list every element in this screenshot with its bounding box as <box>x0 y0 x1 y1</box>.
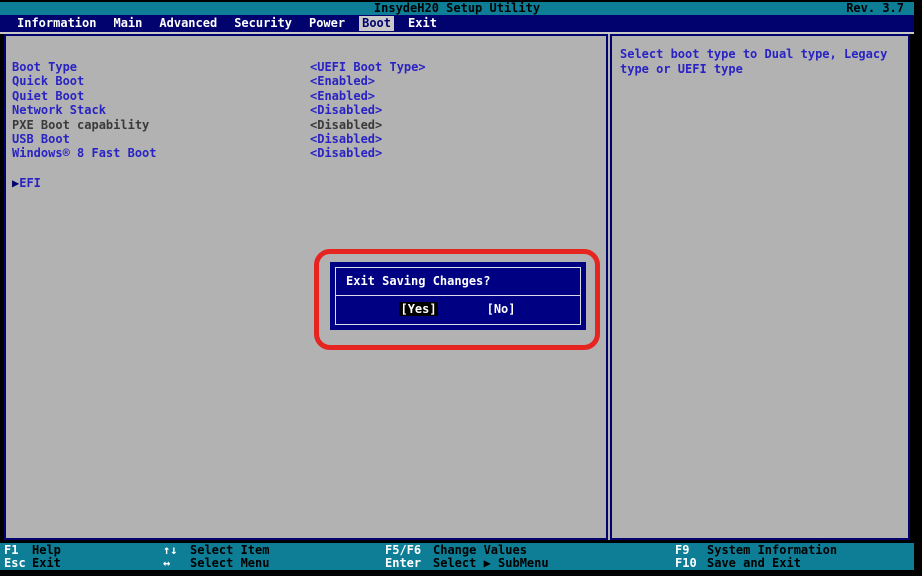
menu-bar: Information Main Advanced Security Power… <box>0 15 914 32</box>
key-updown-label: Select Item <box>190 543 269 557</box>
key-f5f6-label: Change Values <box>433 543 527 557</box>
setting-row-win8-fast-boot[interactable]: Windows® 8 Fast Boot <Disabled> <box>12 146 602 160</box>
boot-options-list: Boot Type <UEFI Boot Type> Quick Boot <E… <box>12 60 602 161</box>
key-enter-label: Select ▶ SubMenu <box>433 556 549 570</box>
setting-row-usb-boot[interactable]: USB Boot <Disabled> <box>12 132 602 146</box>
title-bar: InsydeH20 Setup Utility Rev. 3.7 <box>0 2 914 15</box>
key-f10-label: Save and Exit <box>707 556 801 570</box>
setting-value[interactable]: <Disabled> <box>310 132 382 146</box>
submenu-label: EFI <box>19 176 41 190</box>
key-help-bar: F1Help EscExit ↑↓Select Item ↔Select Men… <box>0 543 914 570</box>
setting-label: USB Boot <box>12 132 70 146</box>
key-enter: Enter <box>385 557 433 570</box>
key-f1-label: Help <box>32 543 61 557</box>
submenu-efi[interactable]: ▶EFI <box>12 176 41 190</box>
setting-value: <Disabled> <box>310 118 382 132</box>
setting-label: Quiet Boot <box>12 89 84 103</box>
help-column-1: F1Help EscExit <box>4 544 61 570</box>
key-f9-label: System Information <box>707 543 837 557</box>
app-title: InsydeH20 Setup Utility <box>0 2 914 15</box>
menu-tab-main[interactable]: Main <box>110 16 145 31</box>
menu-tab-power[interactable]: Power <box>306 16 348 31</box>
setting-label: Windows® 8 Fast Boot <box>12 146 157 160</box>
no-button[interactable]: [No] <box>486 302 517 316</box>
setting-value[interactable]: <Disabled> <box>310 103 382 117</box>
revision-label: Rev. 3.7 <box>846 2 904 15</box>
dialog-border: Exit Saving Changes? [Yes] [No] <box>335 267 581 325</box>
setting-value[interactable]: <Enabled> <box>310 89 375 103</box>
menu-tab-security[interactable]: Security <box>231 16 295 31</box>
setting-label: PXE Boot capability <box>12 118 149 132</box>
item-help-text: Select boot type to Dual type, Legacy ty… <box>612 36 908 76</box>
key-leftright-label: Select Menu <box>190 556 269 570</box>
setting-value[interactable]: <UEFI Boot Type> <box>310 60 426 74</box>
menu-tab-exit[interactable]: Exit <box>405 16 440 31</box>
setting-row-network-stack[interactable]: Network Stack <Disabled> <box>12 103 602 117</box>
menu-tab-boot[interactable]: Boot <box>359 16 394 31</box>
dialog-title: Exit Saving Changes? <box>336 268 580 295</box>
bios-setup-screen: InsydeH20 Setup Utility Rev. 3.7 Informa… <box>0 0 922 576</box>
setting-value[interactable]: <Enabled> <box>310 74 375 88</box>
help-column-3: F5/F6Change Values EnterSelect ▶ SubMenu <box>385 544 549 570</box>
setting-row-boot-type[interactable]: Boot Type <UEFI Boot Type> <box>12 60 602 74</box>
setting-row-quiet-boot[interactable]: Quiet Boot <Enabled> <box>12 89 602 103</box>
help-column-4: F9System Information F10Save and Exit <box>675 544 837 570</box>
key-esc: Esc <box>4 557 32 570</box>
setting-label: Boot Type <box>12 60 77 74</box>
setting-row-quick-boot[interactable]: Quick Boot <Enabled> <box>12 74 602 88</box>
help-column-2: ↑↓Select Item ↔Select Menu <box>163 544 269 570</box>
key-esc-label: Exit <box>32 556 61 570</box>
exit-saving-changes-dialog: Exit Saving Changes? [Yes] [No] <box>330 262 586 330</box>
setting-value[interactable]: <Disabled> <box>310 146 382 160</box>
setting-row-pxe-boot: PXE Boot capability <Disabled> <box>12 118 602 132</box>
setting-label: Quick Boot <box>12 74 84 88</box>
item-help-panel: Select boot type to Dual type, Legacy ty… <box>610 34 910 540</box>
yes-button[interactable]: [Yes] <box>399 302 437 316</box>
menu-tab-information[interactable]: Information <box>14 16 99 31</box>
key-leftright-icon: ↔ <box>163 557 190 570</box>
key-f10: F10 <box>675 557 707 570</box>
setting-label: Network Stack <box>12 103 106 117</box>
menu-tab-advanced[interactable]: Advanced <box>156 16 220 31</box>
dialog-buttons: [Yes] [No] <box>336 296 580 316</box>
